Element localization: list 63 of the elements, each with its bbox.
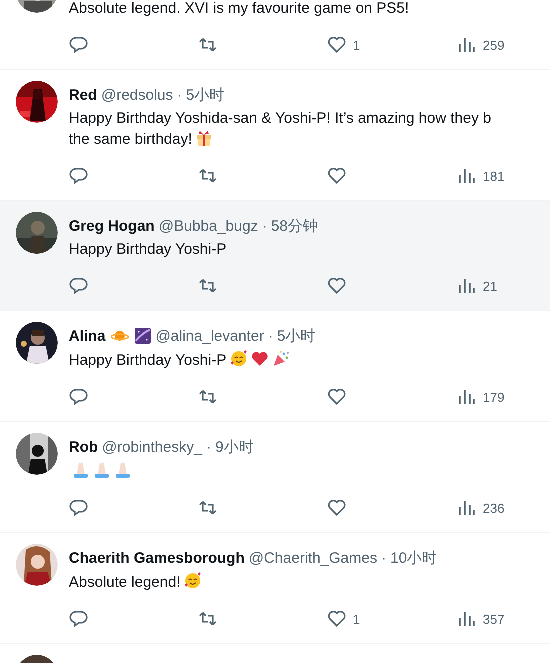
views-button[interactable]: 357 xyxy=(457,609,505,629)
heart-icon[interactable] xyxy=(327,498,347,518)
tweet-card[interactable]: Greg Hogan @Bubba_bugz · 58分钟 Happy Birthday Yoshi-P 21 xyxy=(0,201,550,311)
tweet-text: Absolute legend! xyxy=(69,574,181,591)
views-button[interactable]: 21 xyxy=(457,276,498,296)
author-name[interactable]: Rob xyxy=(69,438,98,456)
tweet-text: Absolute legend. XVI is my favourite game on PS5! xyxy=(69,0,410,17)
handle[interactable]: @redsolus xyxy=(101,86,174,104)
bar-chart-icon xyxy=(457,498,477,518)
author-name[interactable]: Chaerith Gamesborough xyxy=(69,550,245,566)
author-name[interactable]: Red xyxy=(69,86,98,104)
views-button[interactable]: 259 xyxy=(457,35,505,55)
gift-icon xyxy=(195,129,214,147)
views-button[interactable]: 179 xyxy=(457,387,505,407)
smiling-face-hearts-icon xyxy=(230,350,248,368)
heart-icon xyxy=(327,609,347,629)
author-name[interactable]: Greg Hogan xyxy=(69,218,155,234)
separator: · xyxy=(268,328,274,344)
reply-icon[interactable] xyxy=(69,609,89,629)
heart-icon[interactable] xyxy=(327,276,347,296)
praying-hands-icon xyxy=(72,461,90,479)
reply-icon[interactable] xyxy=(69,276,89,296)
praying-hands-icon xyxy=(93,461,111,479)
views-button[interactable]: 236 xyxy=(457,498,505,518)
timestamp[interactable]: 5小时 xyxy=(277,326,316,346)
tweet-text: Happy Birthday Yoshi-P xyxy=(69,241,227,258)
separator: · xyxy=(177,86,182,104)
timestamp[interactable]: 58分钟 xyxy=(271,216,318,236)
timestamp[interactable]: 9小时 xyxy=(215,438,254,456)
timestamp[interactable]: 10小时 xyxy=(390,548,438,568)
author-name[interactable]: Alina xyxy=(69,328,106,344)
tweet-text: Happy Birthday Yoshida-san & Yoshi-P! It’s amazing how they b xyxy=(69,110,492,127)
heart-icon[interactable] xyxy=(327,166,347,186)
timestamp[interactable]: 5小时 xyxy=(186,86,225,104)
separator: · xyxy=(206,438,212,456)
bar-chart-icon xyxy=(457,387,477,407)
handle[interactable]: @Bubba_bugz xyxy=(158,218,258,234)
heart-icon xyxy=(327,35,347,55)
reply-icon[interactable] xyxy=(69,35,89,55)
praying-hands-icon xyxy=(114,461,132,479)
tweet-text: Happy Birthday Yoshi-P xyxy=(69,352,227,369)
like-button[interactable]: 1 xyxy=(327,609,457,629)
tweet-text: the same birthday! xyxy=(69,131,192,148)
galaxy-icon xyxy=(134,327,152,345)
bar-chart-icon xyxy=(457,166,477,186)
party-popper-icon xyxy=(272,350,290,368)
heart-icon xyxy=(250,350,269,368)
handle[interactable]: @robinthesky_ xyxy=(102,438,202,456)
bar-chart-icon xyxy=(457,609,477,629)
heart-icon[interactable] xyxy=(327,387,347,407)
like-button[interactable]: 1 xyxy=(327,35,457,55)
reply-icon[interactable] xyxy=(69,387,89,407)
separator: · xyxy=(381,550,386,566)
handle[interactable]: @alina_levanter xyxy=(156,328,264,344)
handle[interactable]: @Chaerith_Games xyxy=(248,550,378,566)
views-button[interactable]: 181 xyxy=(457,166,505,186)
bar-chart-icon xyxy=(457,276,477,296)
separator: · xyxy=(262,218,268,234)
tweet-card[interactable]: Absolute legend. XVI is my favourite game on PS5! 1 259 xyxy=(0,0,550,70)
bar-chart-icon xyxy=(457,35,477,55)
reply-icon[interactable] xyxy=(69,498,89,518)
reply-icon[interactable] xyxy=(69,166,89,186)
smiling-face-hearts-icon xyxy=(184,572,202,590)
